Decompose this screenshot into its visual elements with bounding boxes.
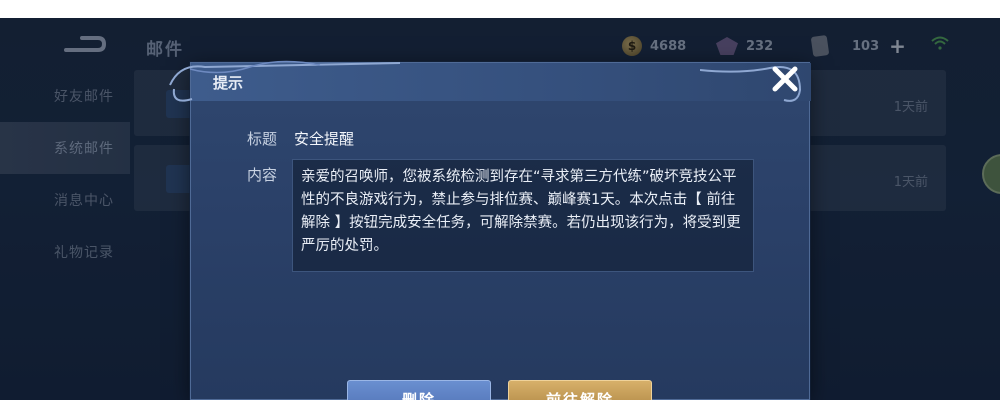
mail-time: 1天前 [893,175,928,190]
close-icon[interactable] [770,64,800,94]
back-arrow-icon[interactable] [62,34,106,56]
card-amount: 103 [852,38,880,54]
go-unban-button[interactable]: 前往解除 [508,380,652,400]
content-label: 内容 [247,166,278,184]
wifi-icon [931,36,949,50]
gem-counter: 232 [716,34,773,58]
sidebar-item-message-center[interactable]: 消息中心 [0,174,130,226]
sidebar-item-system-mail[interactable]: 系统邮件 [0,122,130,174]
subject-value: 安全提醒 [294,130,355,148]
sidebar-item-gift-record[interactable]: 礼物记录 [0,226,130,278]
gold-amount: 4688 [650,38,687,54]
sidebar-item-friend-mail[interactable]: 好友邮件 [0,70,130,122]
card-icon [810,34,830,58]
side-action-icon[interactable] [982,154,1000,194]
gem-amount: 232 [746,38,774,54]
ribbon-ornament-icon [169,60,401,102]
content-text: 亲爱的召唤师，您被系统检测到存在“寻求第三方代练”破坏竞技公平性的不良游戏行为，… [292,159,754,272]
mail-time: 1天前 [893,100,928,115]
top-margin [0,0,1000,18]
gold-coin-icon: $ [622,36,642,56]
gold-counter: $ 4688 [622,34,686,58]
add-plus-icon[interactable]: + [889,34,906,58]
delete-button[interactable]: 删除 [347,380,491,400]
card-counter: 103 + [810,34,906,58]
subject-label: 标题 [247,130,278,148]
gem-icon [716,37,738,55]
